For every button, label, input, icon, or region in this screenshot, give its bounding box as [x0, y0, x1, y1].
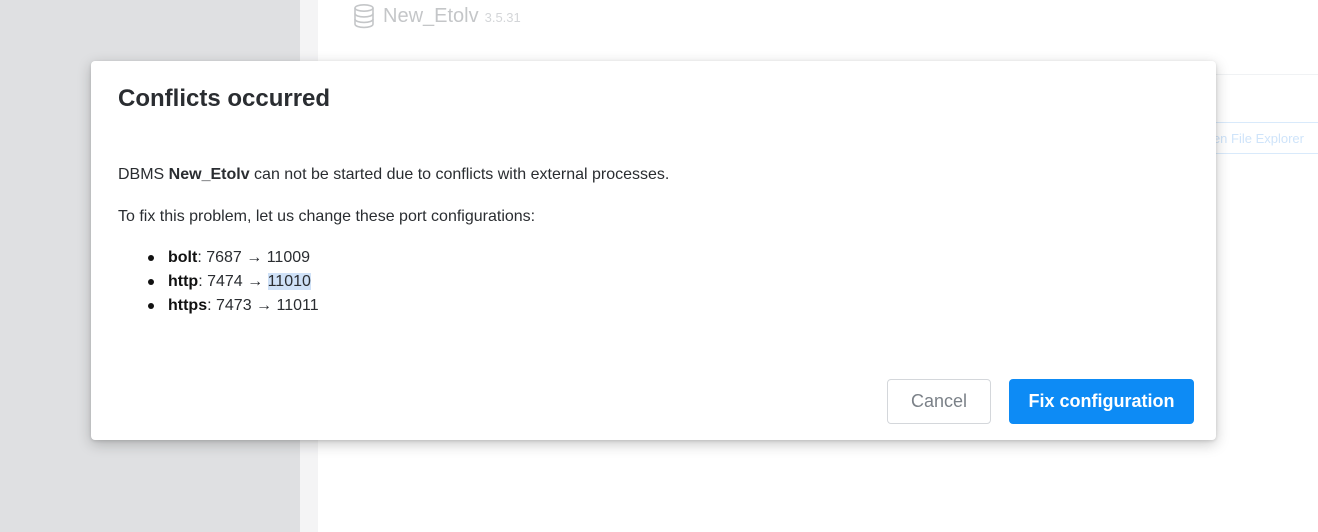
port-to: 11009 — [266, 249, 311, 266]
dialog-title: Conflicts occurred — [118, 85, 331, 112]
dialog-body: DBMS New_Etolv can not be started due to… — [118, 165, 1178, 320]
message-db-name: New_Etolv — [168, 166, 250, 183]
cancel-button[interactable]: Cancel — [887, 379, 991, 424]
message-prefix: DBMS — [118, 166, 169, 183]
arrow-icon: → — [256, 297, 273, 314]
db-name: New_Etolv — [383, 4, 479, 27]
bullet-icon — [148, 303, 154, 309]
db-version: 3.5.31 — [484, 9, 521, 25]
bullet-icon — [148, 255, 154, 261]
fix-configuration-button[interactable]: Fix configuration — [1009, 379, 1194, 424]
port-name: http — [168, 273, 199, 290]
conflicts-dialog: Conflicts occurred DBMS New_Etolv can no… — [91, 61, 1216, 440]
database-icon — [354, 3, 374, 29]
message-suffix: can not be started due to conflicts with… — [249, 166, 670, 183]
port-list: bolt: 7687 → 11009 http: 7474 → 11010 ht… — [118, 248, 1178, 320]
port-to: 11011 — [276, 297, 319, 314]
port-to-selected: 11010 — [267, 273, 311, 290]
port-from: 7474 — [207, 273, 243, 290]
db-header: New_Etolv 3.5.31 — [352, 2, 521, 30]
port-item-http: http: 7474 → 11010 — [118, 272, 1178, 296]
fix-instruction: To fix this problem, let us change these… — [118, 208, 536, 225]
arrow-icon: → — [246, 249, 263, 266]
conflict-message: DBMS New_Etolv can not be started due to… — [118, 165, 1178, 185]
port-name: https — [168, 297, 208, 314]
port-name: bolt — [168, 249, 198, 266]
port-item-https: https: 7473 → 11011 — [118, 296, 1178, 320]
bullet-icon — [148, 279, 154, 285]
port-item-bolt: bolt: 7687 → 11009 — [118, 248, 1178, 272]
port-from: 7687 — [206, 249, 242, 266]
arrow-icon: → — [247, 273, 264, 290]
port-from: 7473 — [216, 297, 252, 314]
